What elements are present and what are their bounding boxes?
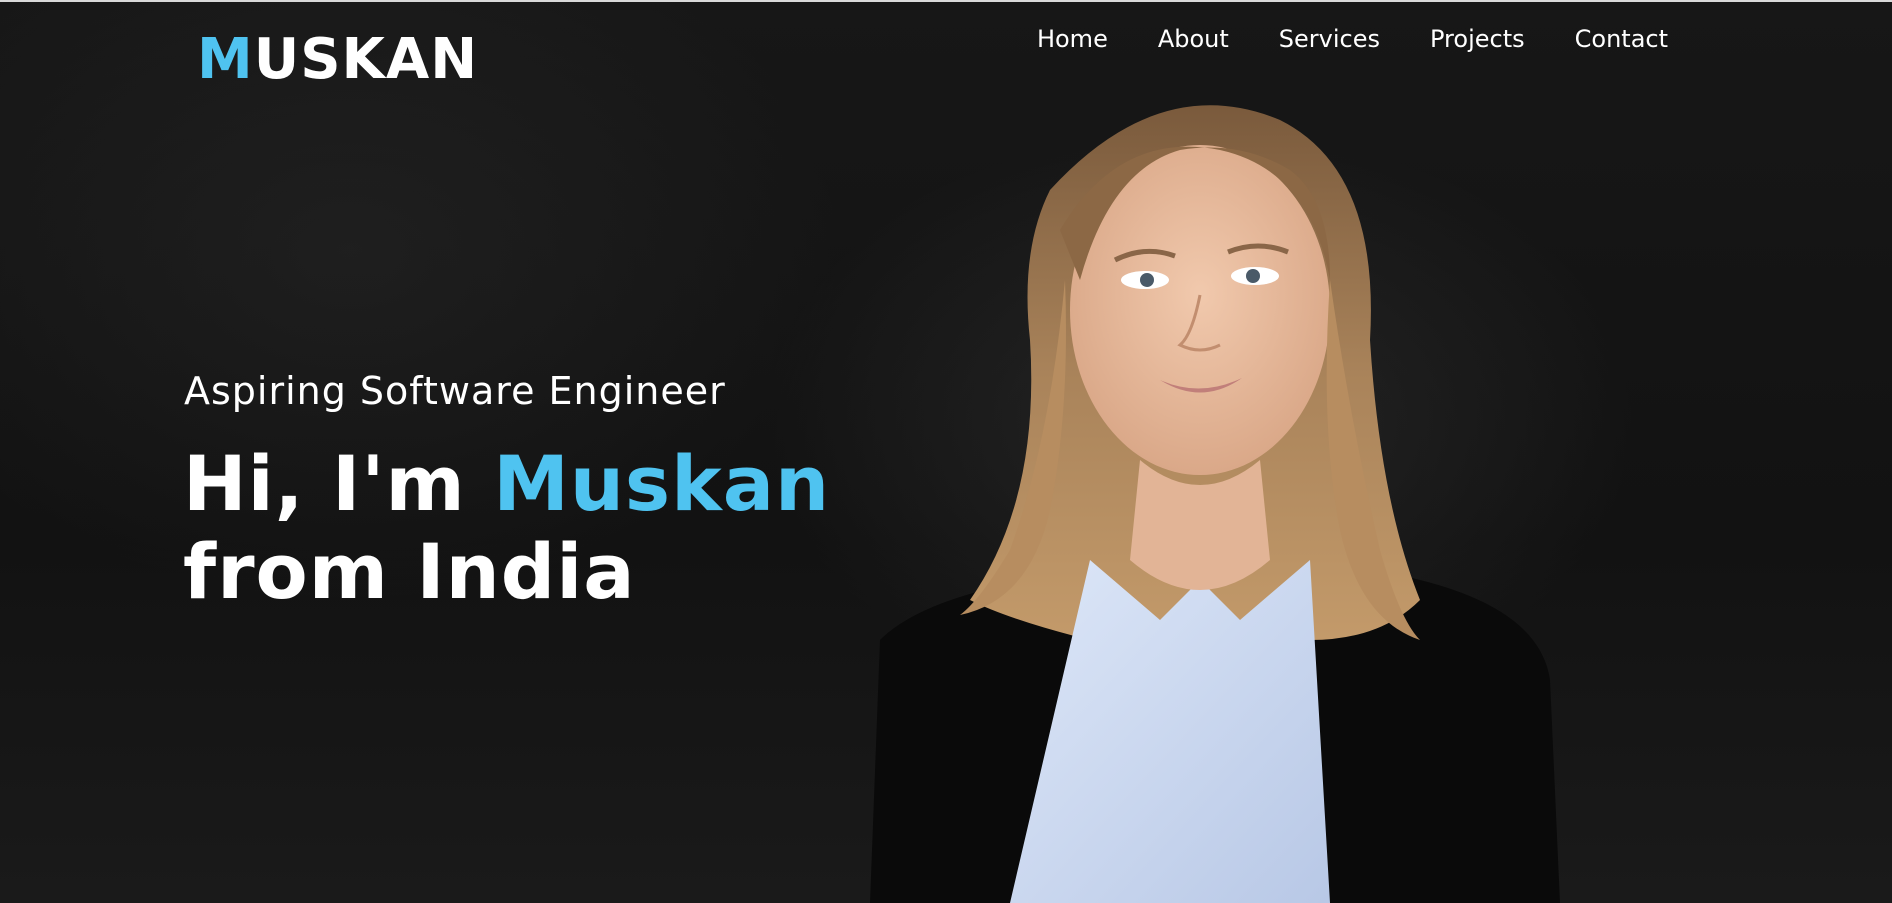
nav-home[interactable]: Home <box>1037 22 1108 56</box>
headline-line-2: from India <box>183 527 636 616</box>
hero-headline: Hi, I'm Muskan from India <box>183 440 830 616</box>
main-nav: Home About Services Projects Contact <box>1037 22 1668 56</box>
logo-text: USKAN <box>253 27 479 92</box>
nav-about[interactable]: About <box>1158 22 1229 56</box>
headline-line-1: Hi, I'm Muskan <box>183 440 830 528</box>
nav-projects[interactable]: Projects <box>1430 22 1525 56</box>
logo-accent-letter: M <box>197 27 254 92</box>
hero-section: MUSKAN Home About Services Projects Cont… <box>0 0 1892 903</box>
portrait-photo <box>870 105 1560 903</box>
site-logo[interactable]: MUSKAN <box>197 26 478 94</box>
headline-name: Muskan <box>493 439 831 528</box>
nav-services[interactable]: Services <box>1279 22 1380 56</box>
headline-greeting: Hi, I'm <box>183 439 494 528</box>
nav-contact[interactable]: Contact <box>1575 22 1668 56</box>
hero-subtitle: Aspiring Software Engineer <box>184 369 726 413</box>
top-border <box>0 0 1892 2</box>
